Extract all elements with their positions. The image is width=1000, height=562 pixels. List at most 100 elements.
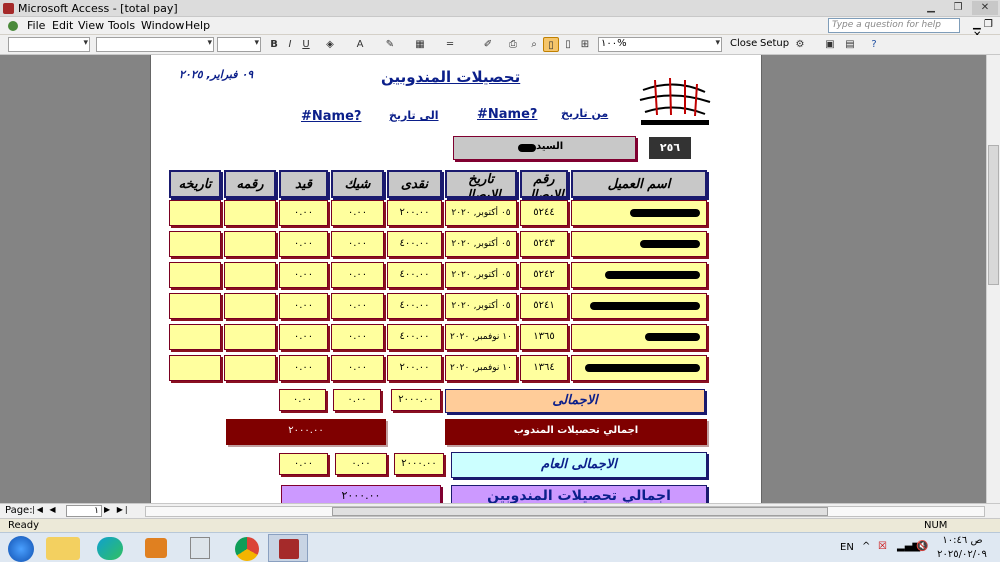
help-search-input[interactable]: Type a question for help <box>828 18 960 33</box>
tray-expand-icon[interactable]: ^ <box>862 541 870 552</box>
cell-receipt-date: ٠٥ أكتوبر, ٢٠٢٠ <box>445 262 517 288</box>
menu-file[interactable]: File <box>27 19 45 32</box>
close-window-button[interactable]: ✕ <box>972 1 998 15</box>
border-icon[interactable]: ▦ <box>412 37 428 52</box>
cell-number <box>224 293 276 319</box>
print-icon[interactable]: ⎙ <box>505 37 521 52</box>
start-button[interactable] <box>8 536 34 562</box>
document-icon <box>8 21 18 31</box>
two-pages-icon[interactable]: ▯ <box>560 37 576 52</box>
cell-customer-name <box>571 200 707 226</box>
page-label: Page: <box>5 505 33 516</box>
cell-customer-name <box>571 262 707 288</box>
cell-number <box>224 324 276 350</box>
new-object-icon[interactable]: ▤ <box>842 37 858 52</box>
font-color-icon[interactable]: A <box>352 37 368 52</box>
cell-receipt-no: ٥٢٤٢ <box>520 262 568 288</box>
toolbar: B I U ◈ A ✎ ▦ ═ ✐ ⎙ ⌕ ▯ ▯ ⊞ ١٠٠% Close S… <box>0 35 1000 55</box>
object-combo[interactable] <box>8 37 90 52</box>
next-last-buttons[interactable]: ▶ ▶| <box>104 505 130 514</box>
cell-cash: ٤٠٠.٠٠ <box>387 231 442 257</box>
redacted-customer-name <box>605 271 700 279</box>
total-entry: ٠.٠٠ <box>279 389 326 411</box>
help-icon[interactable]: ? <box>866 37 882 52</box>
to-date-value: #Name? <box>301 109 362 124</box>
title-bar: Microsoft Access - [total pay] ▁ ❐ ✕ <box>0 0 1000 17</box>
access-task-button[interactable] <box>268 534 308 562</box>
vertical-scrollbar[interactable] <box>986 55 1000 503</box>
cell-cash: ٢٠٠.٠٠ <box>387 355 442 381</box>
cell-cheque: ٠.٠٠ <box>331 200 384 226</box>
rep-total-value: ٢٠٠٠.٠٠ <box>226 419 386 445</box>
all-reps-total-value: ٢٠٠٠.٠٠ <box>281 485 441 503</box>
cell-number <box>224 355 276 381</box>
menu-tools[interactable]: Tools <box>108 19 135 32</box>
cell-its-date <box>169 324 221 350</box>
close-preview-button[interactable]: Close <box>730 38 757 49</box>
cell-receipt-date: ٠٥ أكتوبر, ٢٠٢٠ <box>445 200 517 226</box>
cell-entry: ٠.٠٠ <box>279 231 328 257</box>
window-title: Microsoft Access - [total pay] <box>18 2 178 15</box>
cell-number <box>224 200 276 226</box>
header-receipt-no: رقم الايصال <box>520 170 568 198</box>
cell-customer-name <box>571 324 707 350</box>
volume-icon[interactable]: 🔇 <box>916 541 928 552</box>
header-entry: قيد <box>279 170 328 198</box>
cell-entry: ٠.٠٠ <box>279 324 328 350</box>
zoom-icon[interactable]: ⌕ <box>526 37 542 52</box>
menu-window[interactable]: Window <box>141 19 184 32</box>
cell-cash: ٤٠٠.٠٠ <box>387 262 442 288</box>
fill-color-icon[interactable]: ◈ <box>322 37 338 52</box>
cell-its-date <box>169 355 221 381</box>
cell-receipt-no: ٥٢٤٤ <box>520 200 568 226</box>
grand-total-cheque: ٠.٠٠ <box>335 453 387 475</box>
cell-cheque: ٠.٠٠ <box>331 355 384 381</box>
cell-its-date <box>169 262 221 288</box>
one-page-icon[interactable]: ▯ <box>543 37 559 52</box>
underline-button[interactable]: U <box>298 37 314 52</box>
menu-edit[interactable]: Edit <box>52 19 73 32</box>
rep-name-label: السيد <box>536 141 564 152</box>
menu-help[interactable]: Help <box>185 19 210 32</box>
network-icon[interactable]: ☒ <box>878 541 887 552</box>
line-color-icon[interactable]: ✎ <box>382 37 398 52</box>
database-window-icon[interactable]: ▣ <box>822 37 838 52</box>
maximize-button[interactable]: ❐ <box>945 1 971 15</box>
grand-total-cash: ٢٠٠٠.٠٠ <box>394 453 444 475</box>
page-number-input[interactable]: ١ <box>66 505 102 517</box>
bold-button[interactable]: B <box>266 37 282 52</box>
horizontal-scroll-thumb[interactable] <box>332 507 828 516</box>
taskbar: EN ^ ☒ ▂▄▆ 🔇 ص ١٠:٤٦ ٢٠٢٥/٠٢/٠٩ <box>0 532 1000 562</box>
header-cash: نقدى <box>387 170 442 198</box>
clock-time[interactable]: ص ١٠:٤٦ <box>940 535 985 546</box>
line-width-icon[interactable]: ═ <box>442 37 458 52</box>
first-prev-buttons[interactable]: |◀ ◀ <box>32 505 58 514</box>
header-cheque: شيك <box>331 170 384 198</box>
zoom-combo[interactable]: ١٠٠% <box>598 37 722 52</box>
media-player-icon[interactable] <box>145 538 167 558</box>
chrome-icon[interactable] <box>235 537 259 561</box>
design-view-icon[interactable]: ✐ <box>480 37 496 52</box>
record-navigation-bar: Page: |◀ ◀ ١ ▶ ▶| <box>0 503 1000 518</box>
redacted-customer-name <box>630 209 700 217</box>
cell-receipt-no: ١٣٦٤ <box>520 355 568 381</box>
calculator-icon[interactable] <box>190 537 210 559</box>
menu-view[interactable]: View <box>78 19 104 32</box>
cell-receipt-no: ٥٢٤١ <box>520 293 568 319</box>
file-explorer-icon[interactable] <box>46 537 80 560</box>
horizontal-scrollbar[interactable] <box>145 506 985 517</box>
language-indicator[interactable]: EN <box>840 542 854 553</box>
setup-button[interactable]: Setup <box>760 38 789 49</box>
edge-icon[interactable] <box>97 537 123 560</box>
italic-button[interactable]: I <box>282 37 298 52</box>
minimize-button[interactable]: ▁ <box>918 1 944 15</box>
multiple-pages-icon[interactable]: ⊞ <box>577 37 593 52</box>
clock-date[interactable]: ٢٠٢٥/٠٢/٠٩ <box>936 549 988 560</box>
total-cheque: ٠.٠٠ <box>333 389 381 411</box>
font-size-combo[interactable] <box>217 37 261 52</box>
cell-receipt-date: ١٠ نوفمبر, ٢٠٢٠ <box>445 324 517 350</box>
grand-total-entry: ٠.٠٠ <box>279 453 328 475</box>
font-combo[interactable] <box>96 37 214 52</box>
scroll-thumb[interactable] <box>988 145 999 285</box>
office-links-icon[interactable]: ⚙ <box>792 37 808 52</box>
